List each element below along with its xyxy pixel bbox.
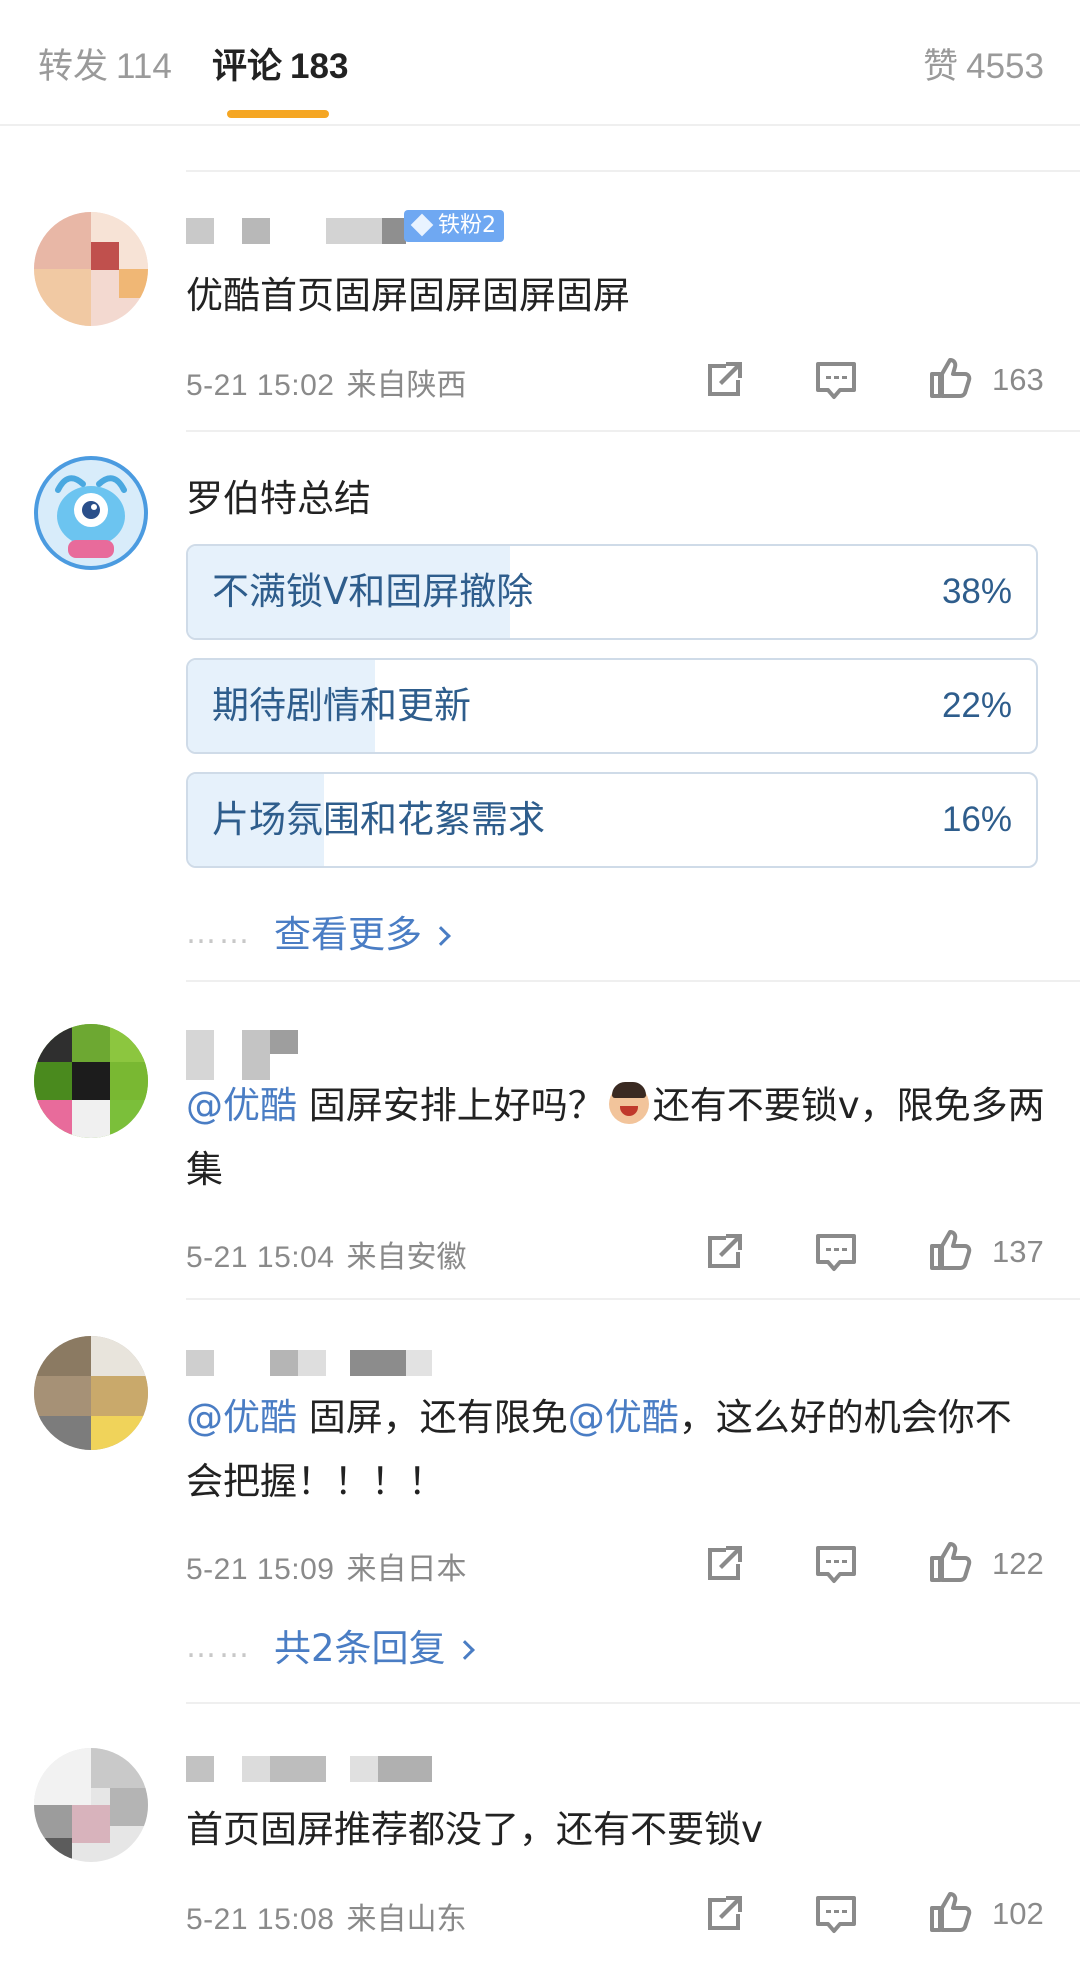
- comment-text: 优酷首页固屏固屏固屏固屏: [186, 274, 630, 317]
- thumbs-up-icon[interactable]: [926, 1888, 974, 1936]
- poll-option[interactable]: 不满锁V和固屏撤除 38%: [186, 544, 1038, 640]
- emoji-icon: [608, 1082, 649, 1124]
- comment-text-part: 固屏安排上好吗？: [297, 1084, 605, 1127]
- thumbs-up-icon[interactable]: [926, 1538, 974, 1586]
- like-count: 163: [992, 362, 1044, 397]
- comment-location: 来自山东: [346, 1902, 467, 1937]
- like-count: 122: [992, 1546, 1044, 1581]
- robot-mascot-icon: [55, 475, 127, 558]
- thumbs-up-icon[interactable]: [926, 1226, 974, 1274]
- comment-text: 首页固屏推荐都没了，还有不要锁v: [186, 1808, 763, 1851]
- tab-repost-count: 114: [116, 47, 172, 86]
- tab-comments-label: 评论: [212, 47, 283, 87]
- tab-comments-count: 183: [290, 47, 349, 86]
- comment-text: @优酷 固屏安排上好吗？ 还有不要锁v，限免多两集: [186, 1074, 1046, 1202]
- tab-bar: 转发 114 评论 183 赞 4553: [0, 0, 1080, 126]
- comment-icon[interactable]: [812, 356, 860, 404]
- tab-comments[interactable]: 评论 183: [212, 38, 348, 89]
- view-more-label: 查看更多: [274, 913, 422, 956]
- comment-location: 来自日本: [346, 1552, 467, 1587]
- poll-author[interactable]: 罗伯特总结: [186, 468, 371, 522]
- comment-time: 5-21 15:08: [186, 1903, 335, 1936]
- view-replies-label: 共2条回复: [274, 1627, 446, 1670]
- poll-option-percent: 22%: [941, 686, 1012, 725]
- view-more-link[interactable]: …… 查看更多: [186, 904, 451, 958]
- divider: [186, 1298, 1080, 1300]
- mention-link[interactable]: @优酷: [186, 1396, 297, 1439]
- fan-badge[interactable]: 铁粉2: [404, 210, 504, 242]
- poll-option-label: 不满锁V和固屏撤除: [212, 570, 534, 613]
- comment-location: 来自陕西: [346, 368, 467, 403]
- mention-link[interactable]: @优酷: [186, 1084, 297, 1127]
- view-replies-link[interactable]: …… 共2条回复: [186, 1618, 475, 1672]
- tab-likes-count: 4553: [966, 47, 1044, 86]
- username[interactable]: [186, 1030, 326, 1080]
- divider: [186, 980, 1080, 982]
- tab-likes[interactable]: 赞 4553: [923, 38, 1044, 89]
- share-icon[interactable]: [700, 1228, 748, 1276]
- comment-icon[interactable]: [812, 1890, 860, 1938]
- poll-option-label: 期待剧情和更新: [212, 684, 471, 727]
- username[interactable]: [186, 1350, 432, 1376]
- avatar[interactable]: [34, 1748, 148, 1862]
- divider: [186, 1702, 1080, 1704]
- like-count: 137: [992, 1234, 1044, 1269]
- poll-option[interactable]: 片场氛围和花絮需求 16%: [186, 772, 1038, 868]
- tab-repost[interactable]: 转发 114: [38, 38, 172, 89]
- comment-icon[interactable]: [812, 1228, 860, 1276]
- comment-time: 5-21 15:09: [186, 1553, 335, 1586]
- poll-option-percent: 38%: [941, 572, 1012, 611]
- comment-meta: 5-21 15:04 来自安徽: [186, 1232, 466, 1276]
- chevron-right-icon: [454, 1640, 475, 1660]
- share-icon[interactable]: [700, 1890, 748, 1938]
- avatar[interactable]: [34, 1336, 148, 1450]
- comment-time: 5-21 15:04: [186, 1241, 335, 1274]
- avatar[interactable]: [34, 1024, 148, 1138]
- poll-option-label: 片场氛围和花絮需求: [212, 798, 545, 841]
- comment-text-part: 固屏，还有限免: [297, 1396, 568, 1439]
- like-count: 102: [992, 1896, 1044, 1931]
- avatar[interactable]: [34, 212, 148, 326]
- tab-likes-label: 赞: [923, 47, 959, 87]
- comment-location: 来自安徽: [346, 1240, 467, 1275]
- fan-badge-label: 铁粉2: [438, 213, 496, 238]
- share-icon[interactable]: [700, 1540, 748, 1588]
- comment-meta: 5-21 15:09 来自日本: [186, 1544, 466, 1588]
- diamond-icon: [410, 213, 434, 237]
- divider: [186, 170, 1080, 172]
- chevron-right-icon: [431, 926, 451, 946]
- ellipsis: ……: [186, 916, 252, 951]
- thumbs-up-icon[interactable]: [926, 354, 974, 402]
- comment-text: @优酷 固屏，还有限免@优酷，这么好的机会你不会把握！！！！: [186, 1386, 1046, 1514]
- username[interactable]: [186, 1756, 432, 1782]
- comment-meta: 5-21 15:02 来自陕西: [186, 360, 466, 404]
- share-icon[interactable]: [700, 356, 748, 404]
- ellipsis: ……: [186, 1630, 252, 1665]
- active-tab-indicator: [227, 110, 329, 118]
- username[interactable]: [186, 218, 406, 244]
- tab-repost-label: 转发: [38, 47, 109, 87]
- comment-meta: 5-21 15:08 来自山东: [186, 1894, 466, 1938]
- comment-time: 5-21 15:02: [186, 369, 335, 402]
- mention-link[interactable]: @优酷: [568, 1396, 679, 1439]
- poll-option-percent: 16%: [941, 800, 1012, 839]
- poll-option[interactable]: 期待剧情和更新 22%: [186, 658, 1038, 754]
- comment-icon[interactable]: [812, 1540, 860, 1588]
- avatar[interactable]: [34, 456, 148, 570]
- divider: [186, 430, 1080, 432]
